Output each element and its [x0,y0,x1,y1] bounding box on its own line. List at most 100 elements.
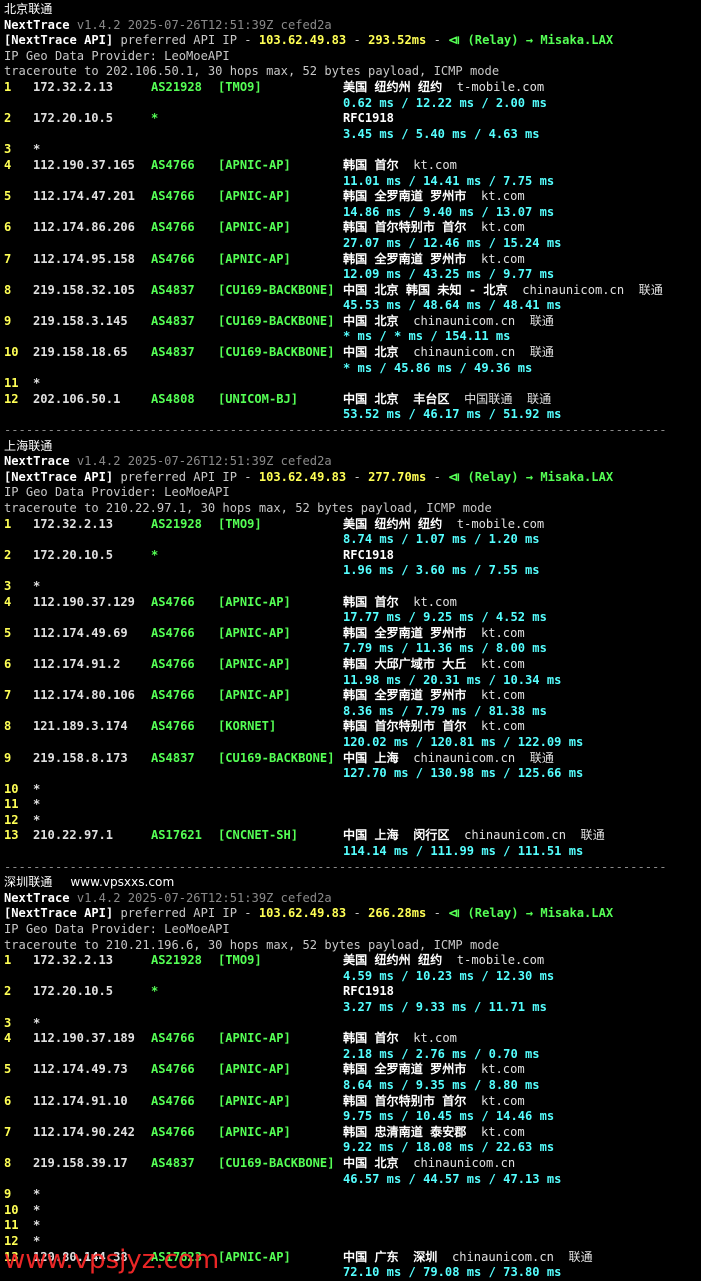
hop-network-tag: [APNIC-AP] [218,1249,291,1264]
hop-rtt-row: 3.45 ms / 5.40 ms / 4.63 ms [4,127,700,143]
hop-rtt: 120.02 ms / 120.81 ms / 122.09 ms [343,734,584,749]
section-title-line: 北京联通 [4,2,700,18]
api-latency: 266.28ms [368,906,427,921]
hop-hostname: kt.com [480,1062,525,1077]
hop-geo: RFC1918 [343,111,394,127]
hop-number: 12 [4,812,19,827]
hop-hostname: t-mobile.com [456,79,545,94]
hop-hostname: t-mobile.com [456,953,545,968]
api-line: [NextTrace API] preferred API IP - 103.6… [4,33,614,48]
hop-ip: * [33,142,41,157]
hop-hostname: kt.com [480,189,525,204]
hop-asn: AS4837 [151,1155,195,1170]
hop-ip: 172.32.2.13 [33,953,114,968]
hop-asn: * [151,111,159,126]
hop-hostname: kt.com [480,656,525,671]
hop-geo: 韩国 首尔 kt.com [343,595,457,611]
hop-network-tag: [APNIC-AP] [218,656,291,671]
hop-rtt-row: 9.75 ms / 10.45 ms / 14.46 ms [4,1109,700,1125]
hop-number: 6 [4,656,12,671]
hop-rtt-row: 127.70 ms / 130.98 ms / 125.66 ms [4,766,700,782]
hop-ip: * [33,1218,41,1233]
relay-icon: ⧏ [448,906,461,921]
hop-ip: 219.158.18.65 [33,345,128,360]
hop-asn: AS4808 [151,391,195,406]
api-latency: 277.70ms [368,469,427,484]
hop-ip: 112.174.91.2 [33,656,121,671]
hop-location: 韩国 全罗南道 罗州市 [343,688,467,703]
hop-ip: * [33,781,41,796]
hop-row: 10 219.158.18.65 AS4837 [CU169-BACKBONE] 中国 … [4,345,700,361]
hop-row: 5 112.174.49.73 AS4766 [APNIC-AP] 韩国 全罗南道 罗州… [4,1062,700,1078]
hop-row: 9 * [4,1187,700,1203]
hop-asn: AS4766 [151,719,195,734]
section-title: 北京联通 [4,2,53,16]
hop-network-tag: [APNIC-AP] [218,1093,291,1108]
hop-row: 10 * [4,1203,700,1219]
hop-ip: 112.190.37.129 [33,594,135,609]
hop-asn: AS4766 [151,189,195,204]
hop-number: 10 [4,345,19,360]
hop-ip: 219.158.32.105 [33,282,135,297]
api-ip: 103.62.49.83 [258,33,347,48]
hop-rtt: * ms / * ms / 154.11 ms [343,329,511,344]
hop-hostname: chinaunicom.cn 联通 [413,750,554,765]
hop-network-tag: [UNICOM-BJ] [218,391,299,406]
hop-geo: 韩国 首尔 kt.com [343,1031,457,1047]
hop-ip: 121.189.3.174 [33,719,128,734]
hop-ip: * [33,578,41,593]
hop-row: 3 * [4,1016,700,1032]
hop-number: 7 [4,1124,12,1139]
hop-geo: 韩国 首尔特别市 首尔 kt.com [343,220,525,236]
relay-text: (Relay) → Misaka.LAX [467,906,614,921]
tool-name: NextTrace [4,890,70,905]
hop-network-tag: [APNIC-AP] [218,625,291,640]
hop-row: 9 219.158.3.145 AS4837 [CU169-BACKBONE] 中国 北… [4,314,700,330]
hop-rtt-row: 17.77 ms / 9.25 ms / 4.52 ms [4,610,700,626]
hop-number: 6 [4,1093,12,1108]
hop-hostname: kt.com [480,688,525,703]
api-prefix: [NextTrace API] [4,906,114,921]
hop-location: 韩国 全罗南道 罗州市 [343,1062,467,1077]
hop-location: 中国 北京 韩国 未知 - 北京 [343,282,508,297]
traceroute-line: traceroute to 210.22.97.1, 30 hops max, … [4,501,700,517]
hop-row: 7 112.174.80.106 AS4766 [APNIC-AP] 韩国 全罗南道 罗… [4,688,700,704]
hop-row: 12 * [4,813,700,829]
hop-asn: AS4837 [151,750,195,765]
hop-ip: * [33,376,41,391]
hop-geo: 韩国 全罗南道 罗州市 kt.com [343,1062,525,1078]
hop-row: 4 112.190.37.189 AS4766 [APNIC-AP] 韩国 首尔 kt.… [4,1031,700,1047]
hop-rtt-row: 53.52 ms / 46.17 ms / 51.92 ms [4,407,700,423]
hop-network-tag: [CU169-BACKBONE] [218,345,335,360]
hop-row: 7 112.174.90.242 AS4766 [APNIC-AP] 韩国 忠清南道 泰… [4,1125,700,1141]
hop-geo: 韩国 首尔特别市 首尔 kt.com [343,1094,525,1110]
api-latency: 293.52ms [368,33,427,48]
separator-line: ----------------------------------------… [4,423,700,439]
hop-network-tag: [APNIC-AP] [218,251,291,266]
hop-location: 中国 北京 [343,1155,399,1170]
hop-asn: AS4837 [151,313,195,328]
hop-number: 9 [4,313,12,328]
hop-ip: * [33,1187,41,1202]
hop-asn: AS4766 [151,251,195,266]
separator: ----------------------------------------… [4,423,667,438]
hop-asn: AS4766 [151,157,195,172]
api-line: [NextTrace API] preferred API IP - 103.6… [4,906,614,921]
hop-ip: * [33,1015,41,1030]
hop-geo: RFC1918 [343,548,394,564]
hop-row: 8 121.189.3.174 AS4766 [KORNET] 韩国 首尔特别市 首尔 … [4,719,700,735]
hop-number: 13 [4,828,19,843]
relay-text: (Relay) → Misaka.LAX [467,469,614,484]
hop-network-tag: [APNIC-AP] [218,688,291,703]
hop-asn: AS4837 [151,282,195,297]
hop-rtt-row: 46.57 ms / 44.57 ms / 47.13 ms [4,1172,700,1188]
hop-asn: * [151,984,159,999]
hop-rtt-row: * ms / 45.86 ms / 49.36 ms [4,361,700,377]
hop-rtt: 27.07 ms / 12.46 ms / 15.24 ms [343,235,562,250]
hop-asn: AS4766 [151,1093,195,1108]
hop-number: 3 [4,142,12,157]
hop-ip: 112.174.90.242 [33,1124,135,1139]
hop-number: 11 [4,376,19,391]
hop-network-tag: [TMO9] [218,953,262,968]
hop-rtt-row: 27.07 ms / 12.46 ms / 15.24 ms [4,236,700,252]
